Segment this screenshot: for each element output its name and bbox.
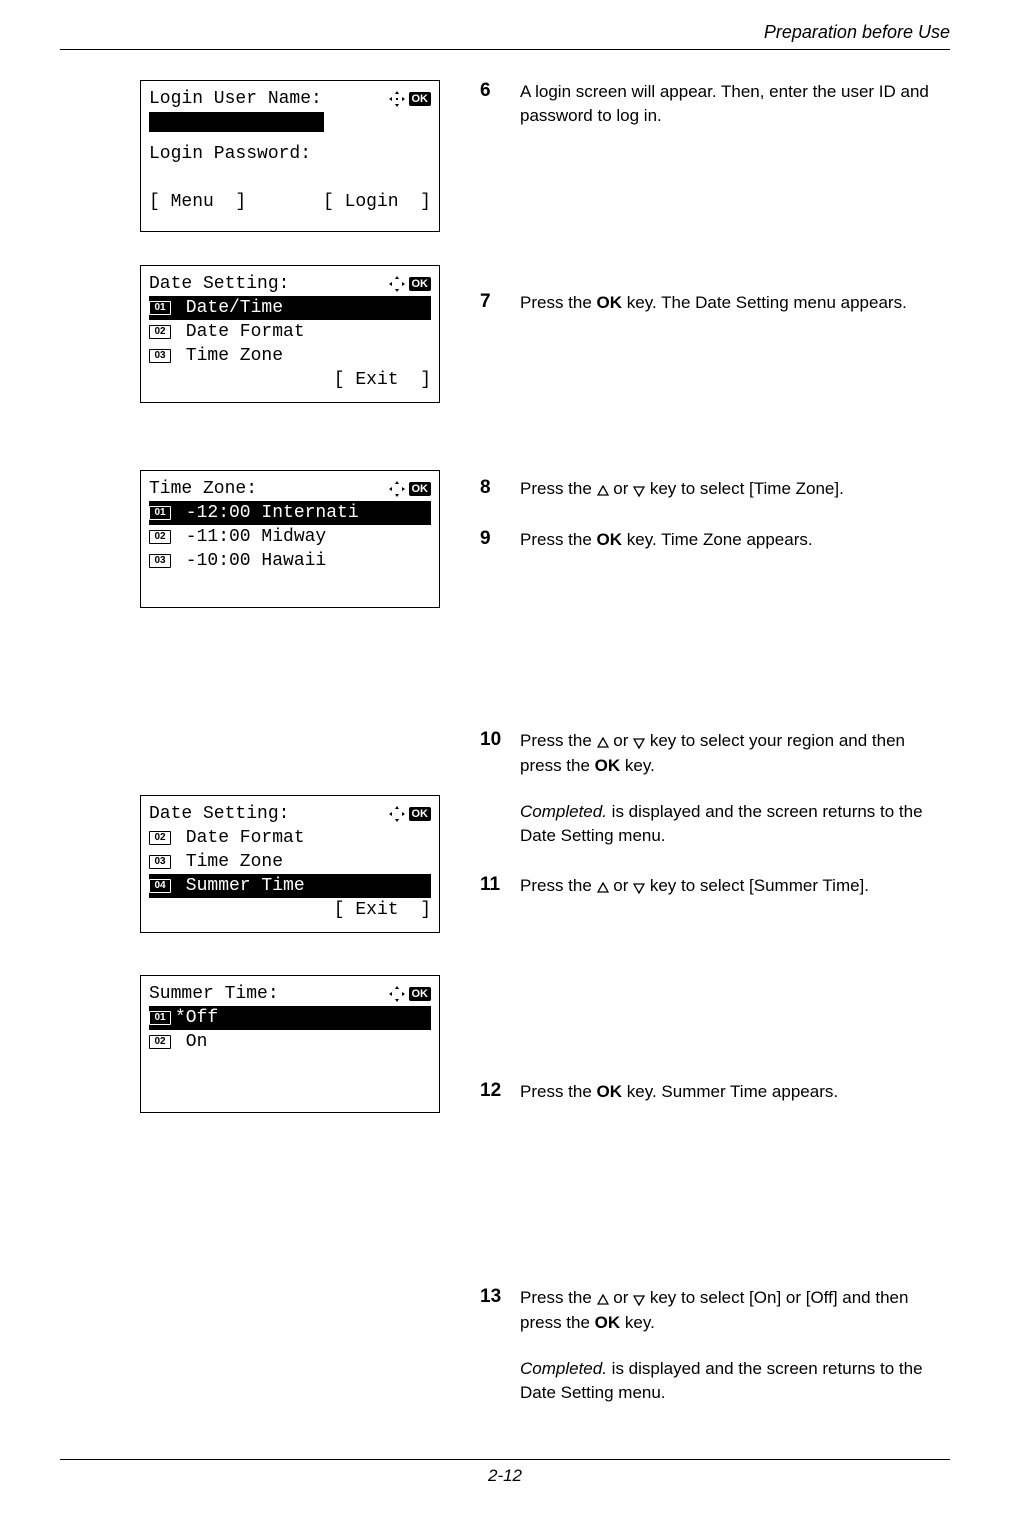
ok-icon: OK	[409, 277, 432, 291]
menu-item-tz-12[interactable]: 01 -12:00 Internati	[149, 501, 431, 525]
dpad-icon	[389, 276, 405, 292]
exit-softkey[interactable]: [ Exit ]	[334, 898, 431, 922]
lcd-password-label: Login Password:	[149, 142, 431, 166]
page-header: Preparation before Use	[60, 22, 950, 50]
down-arrow-icon	[633, 1287, 645, 1311]
nav-indicator: OK	[389, 986, 432, 1002]
step-number: 9	[480, 528, 506, 550]
lcd-title: Date Setting:	[149, 802, 289, 826]
dpad-icon	[389, 481, 405, 497]
menu-softkey[interactable]: [ Menu ]	[149, 190, 246, 214]
menu-item-tz-10[interactable]: 03 -10:00 Hawaii	[149, 549, 431, 573]
step-text: Press the or key to select [Summer Time]…	[520, 874, 869, 899]
up-arrow-icon	[597, 730, 609, 754]
lcd-summer-time: Summer Time: OK 01*Off 02 On	[140, 975, 440, 1113]
up-arrow-icon	[597, 875, 609, 899]
ok-icon: OK	[409, 807, 432, 821]
menu-item-date-format[interactable]: 02 Date Format	[149, 320, 431, 344]
nav-indicator: OK	[389, 91, 432, 107]
step-number: 6	[480, 80, 506, 102]
step-number: 10	[480, 729, 506, 751]
step-text: A login screen will appear. Then, enter …	[520, 80, 950, 128]
menu-item-on[interactable]: 02 On	[149, 1030, 431, 1054]
lcd-title: Login User Name:	[149, 87, 322, 111]
menu-item-date-time[interactable]: 01 Date/Time	[149, 296, 431, 320]
dpad-icon	[389, 806, 405, 822]
step-text: Press the or key to select your region a…	[520, 729, 950, 848]
lcd-title: Time Zone:	[149, 477, 257, 501]
down-arrow-icon	[633, 478, 645, 502]
ok-icon: OK	[409, 482, 432, 496]
menu-item-date-format[interactable]: 02 Date Format	[149, 826, 431, 850]
lcd-date-setting-2: Date Setting: OK 02 Date Format 03 Time …	[140, 795, 440, 933]
lcd-login: Login User Name: OK Login Password: [ Me…	[140, 80, 440, 232]
down-arrow-icon	[633, 875, 645, 899]
down-arrow-icon	[633, 730, 645, 754]
step-text: Press the OK key. The Date Setting menu …	[520, 291, 907, 315]
menu-item-summer-time[interactable]: 04 Summer Time	[149, 874, 431, 898]
lcd-time-zone: Time Zone: OK 01 -12:00 Internati 02 -11…	[140, 470, 440, 608]
lcd-title: Summer Time:	[149, 982, 279, 1006]
nav-indicator: OK	[389, 806, 432, 822]
lcd-title: Date Setting:	[149, 272, 289, 296]
nav-indicator: OK	[389, 276, 432, 292]
dpad-icon	[389, 986, 405, 1002]
step-number: 7	[480, 291, 506, 313]
ok-icon: OK	[409, 987, 432, 1001]
login-softkey[interactable]: [ Login ]	[323, 190, 431, 214]
menu-item-tz-11[interactable]: 02 -11:00 Midway	[149, 525, 431, 549]
page-number: 2-12	[60, 1459, 950, 1486]
input-cursor-strip	[149, 112, 324, 132]
menu-item-time-zone[interactable]: 03 Time Zone	[149, 344, 431, 368]
menu-item-off[interactable]: 01*Off	[149, 1006, 431, 1030]
menu-item-time-zone[interactable]: 03 Time Zone	[149, 850, 431, 874]
exit-softkey[interactable]: [ Exit ]	[334, 368, 431, 392]
step-number: 13	[480, 1286, 506, 1308]
step-number: 8	[480, 477, 506, 499]
nav-indicator: OK	[389, 481, 432, 497]
ok-icon: OK	[409, 92, 432, 106]
lcd-date-setting-1: Date Setting: OK 01 Date/Time 02 Date Fo…	[140, 265, 440, 403]
step-number: 11	[480, 874, 506, 896]
step-number: 12	[480, 1080, 506, 1102]
dpad-icon	[389, 91, 405, 107]
step-text: Press the OK key. Time Zone appears.	[520, 528, 813, 552]
step-text: Press the or key to select [Time Zone].	[520, 477, 844, 502]
up-arrow-icon	[597, 1287, 609, 1311]
up-arrow-icon	[597, 478, 609, 502]
step-text: Press the OK key. Summer Time appears.	[520, 1080, 838, 1104]
step-text: Press the or key to select [On] or [Off]…	[520, 1286, 950, 1405]
